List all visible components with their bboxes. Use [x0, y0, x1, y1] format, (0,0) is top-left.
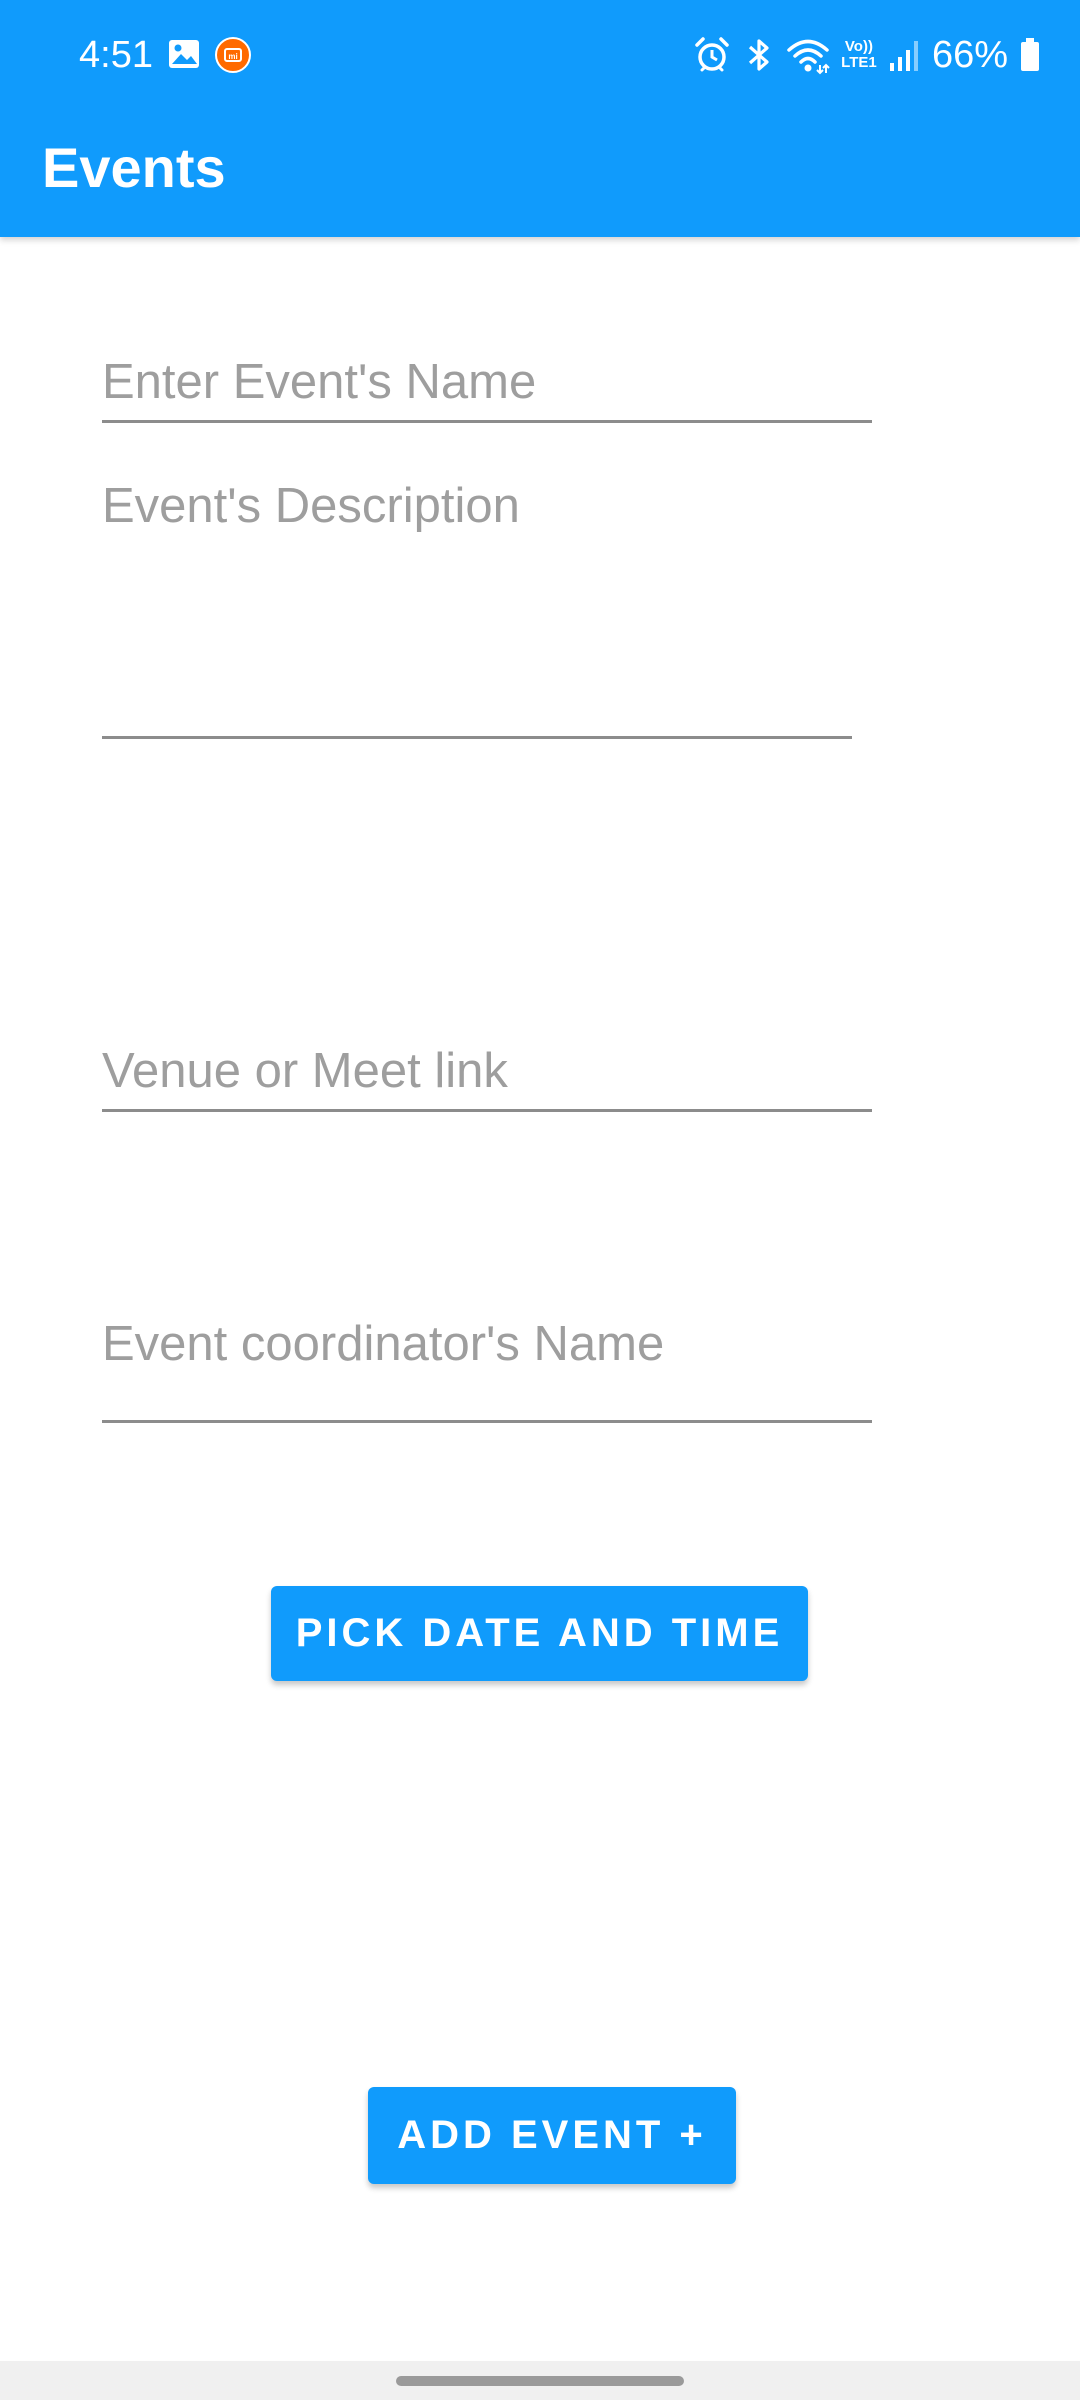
status-time: 4:51: [79, 34, 153, 76]
home-gesture-handle[interactable]: [396, 2376, 684, 2386]
status-bar: 4:51 mi Vo)) LTE1 66%: [0, 0, 1080, 110]
coordinator-name-underline: [102, 1420, 872, 1423]
coordinator-name-placeholder: Event coordinator's Name: [102, 1317, 665, 1371]
mi-app-icon: mi: [215, 37, 251, 73]
event-name-field[interactable]: Enter Event's Name: [102, 350, 872, 425]
pick-date-time-button[interactable]: PICK DATE AND TIME: [271, 1586, 808, 1681]
alarm-icon: [695, 37, 729, 72]
signal-icon: [889, 41, 918, 71]
gallery-icon: [169, 40, 199, 68]
battery-percent: 66%: [931, 34, 1008, 76]
add-event-button[interactable]: ADD EVENT +: [368, 2087, 736, 2184]
page-title: Events: [42, 136, 226, 199]
navigation-bar: [0, 2361, 1080, 2400]
event-name-underline: [102, 420, 872, 423]
event-name-placeholder: Enter Event's Name: [102, 355, 537, 409]
event-description-placeholder: Event's Description: [102, 479, 520, 533]
event-description-field[interactable]: Event's Description: [102, 476, 852, 742]
battery-icon: [1021, 38, 1039, 71]
coordinator-name-field[interactable]: Event coordinator's Name: [102, 1310, 872, 1425]
events-screen: 4:51 mi Vo)) LTE1 66% Events Enter Event…: [0, 0, 1080, 2400]
venue-placeholder: Venue or Meet link: [102, 1044, 508, 1098]
app-bar: 4:51 mi Vo)) LTE1 66% Events: [0, 0, 1080, 237]
svg-text:mi: mi: [228, 52, 237, 61]
status-icons: Vo)) LTE1 66%: [682, 28, 1042, 82]
event-description-underline: [102, 736, 852, 739]
venue-field[interactable]: Venue or Meet link: [102, 1038, 872, 1114]
network-type-text: Vo)) LTE1: [841, 38, 877, 71]
venue-underline: [102, 1109, 872, 1112]
network-type-label: Vo)) LTE1: [840, 39, 878, 71]
wifi-icon: [787, 39, 830, 75]
bluetooth-icon: [748, 39, 769, 71]
